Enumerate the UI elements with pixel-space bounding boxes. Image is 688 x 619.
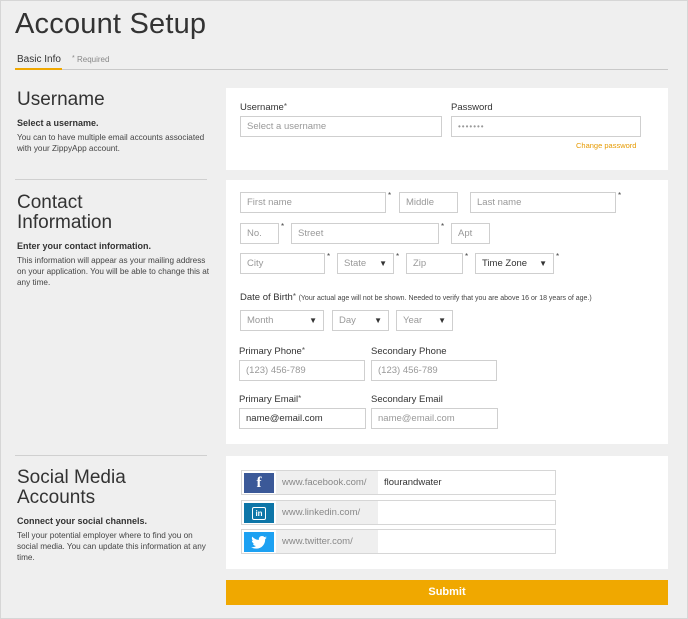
password-input[interactable]: •••••••	[451, 116, 641, 137]
chevron-down-icon: ▼	[438, 316, 446, 325]
tab-basic-info[interactable]: Basic Info	[17, 54, 61, 65]
secondary-email-label: Secondary Email	[371, 394, 443, 405]
apt-input[interactable]: Apt	[451, 223, 490, 244]
time-zone-required-star: *	[556, 252, 560, 261]
required-note: * Required	[72, 55, 109, 64]
time-zone-select-value: Time Zone	[482, 258, 528, 269]
twitter-bird-glyph	[251, 535, 267, 549]
required-note-star: *	[72, 55, 75, 62]
street-input[interactable]: Street	[291, 223, 439, 244]
chevron-down-icon: ▼	[379, 259, 387, 268]
primary-phone-input[interactable]: (123) 456-789	[239, 360, 365, 381]
year-select-value: Year	[403, 315, 423, 326]
dob-label: Date of Birth* (Your actual age will not…	[240, 292, 592, 303]
contact-title-line2: Information	[17, 212, 113, 233]
twitter-row: www.twitter.com/	[241, 529, 556, 554]
zip-required-star: *	[465, 252, 469, 261]
chevron-down-icon: ▼	[374, 316, 382, 325]
primary-email-label: Primary Email*	[239, 394, 301, 405]
street-number-required-star: *	[281, 222, 285, 231]
twitter-icon	[244, 532, 274, 552]
year-select[interactable]: Year ▼	[396, 310, 453, 331]
contact-section-title: Contact Information	[17, 193, 112, 233]
change-password-link[interactable]: Change password	[576, 141, 636, 150]
last-name-required-star: *	[618, 191, 622, 200]
city-input[interactable]: City	[240, 253, 325, 274]
primary-email-required-star: *	[298, 394, 302, 403]
primary-phone-label-text: Primary Phone	[239, 346, 302, 357]
month-select-value: Month	[247, 315, 274, 326]
primary-phone-required-star: *	[301, 346, 305, 355]
password-label: Password	[451, 102, 493, 113]
secondary-phone-input[interactable]: (123) 456-789	[371, 360, 497, 381]
street-required-star: *	[441, 222, 445, 231]
linkedin-row: in www.linkedin.com/	[241, 500, 556, 525]
username-input[interactable]: Select a username	[240, 116, 442, 137]
dob-required-star: *	[292, 292, 296, 301]
secondary-email-input[interactable]: name@email.com	[371, 408, 498, 429]
username-label-text: Username	[240, 102, 284, 113]
street-number-input[interactable]: No.	[240, 223, 279, 244]
section-divider-1	[15, 179, 207, 180]
twitter-prefix: www.twitter.com/	[276, 530, 378, 553]
month-select[interactable]: Month ▼	[240, 310, 324, 331]
facebook-input[interactable]: flourandwater	[384, 471, 554, 494]
username-section-subtitle: Select a username.	[17, 118, 99, 128]
social-section-subtitle: Connect your social channels.	[17, 516, 148, 526]
section-divider-2	[15, 455, 207, 456]
linkedin-prefix: www.linkedin.com/	[276, 501, 378, 524]
required-note-label: Required	[76, 55, 110, 64]
primary-email-input[interactable]: name@email.com	[239, 408, 366, 429]
facebook-prefix: www.facebook.com/	[276, 471, 378, 494]
primary-phone-label: Primary Phone*	[239, 346, 305, 357]
day-select[interactable]: Day ▼	[332, 310, 389, 331]
facebook-icon: f	[244, 473, 274, 493]
submit-button[interactable]: Submit	[226, 580, 668, 605]
first-name-required-star: *	[388, 191, 392, 200]
social-title-line2: Accounts	[17, 487, 96, 508]
linkedin-icon: in	[244, 503, 274, 523]
twitter-input[interactable]	[384, 530, 554, 553]
page-title: Account Setup	[15, 8, 207, 40]
tab-bar-line	[15, 69, 668, 70]
state-select[interactable]: State ▼	[337, 253, 394, 274]
zip-input[interactable]: Zip	[406, 253, 463, 274]
middle-name-input[interactable]: Middle	[399, 192, 458, 213]
secondary-phone-label: Secondary Phone	[371, 346, 447, 357]
linkedin-input[interactable]	[384, 501, 554, 524]
day-select-value: Day	[339, 315, 356, 326]
username-card: Username* Select a username Password •••…	[226, 88, 668, 170]
contact-card: First name * Middle Last name * No. * St…	[226, 180, 668, 444]
last-name-input[interactable]: Last name	[470, 192, 616, 213]
chevron-down-icon: ▼	[309, 316, 317, 325]
facebook-row: f www.facebook.com/ flourandwater	[241, 470, 556, 495]
city-required-star: *	[327, 252, 331, 261]
contact-title-line1: Contact	[17, 192, 83, 213]
chevron-down-icon: ▼	[539, 259, 547, 268]
social-section-title: Social Media Accounts	[17, 468, 126, 508]
username-section-description: You can to have multiple email accounts …	[17, 133, 205, 153]
dob-note: (Your actual age will not be shown. Need…	[298, 295, 592, 302]
tab-active-indicator	[15, 68, 62, 70]
primary-email-label-text: Primary Email	[239, 394, 299, 405]
first-name-input[interactable]: First name	[240, 192, 386, 213]
time-zone-select[interactable]: Time Zone ▼	[475, 253, 554, 274]
state-required-star: *	[396, 252, 400, 261]
linkedin-glyph: in	[252, 506, 266, 520]
username-section-title: Username	[17, 89, 105, 110]
contact-section-subtitle: Enter your contact information.	[17, 241, 152, 251]
username-label: Username*	[240, 102, 287, 113]
state-select-value: State	[344, 258, 367, 269]
contact-section-description: This information will appear as your mai…	[17, 256, 210, 287]
social-title-line1: Social Media	[17, 467, 126, 488]
social-section-description: Tell your potential employer where to fi…	[17, 531, 206, 562]
username-required-star: *	[283, 102, 287, 111]
dob-label-text: Date of Birth	[240, 292, 293, 303]
